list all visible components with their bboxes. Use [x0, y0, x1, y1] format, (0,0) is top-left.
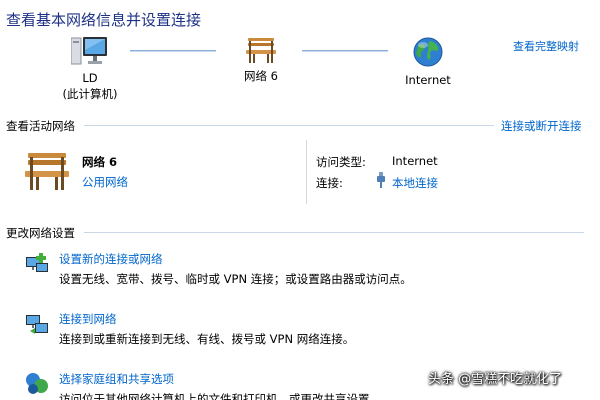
new-connection-icon: [26, 253, 48, 272]
change-settings-heading: 更改网络设置: [6, 226, 75, 240]
local-connection-link[interactable]: 本地连接: [392, 175, 438, 191]
network-sharing-center: 查看基本网络信息并设置连接 LD (此计算机) 网络 6 Internet 查看…: [0, 0, 600, 400]
map-node-internet[interactable]: Internet: [398, 36, 458, 88]
computer-name: LD: [82, 71, 98, 85]
see-full-map-link[interactable]: 查看完整映射: [513, 38, 579, 54]
connect-network-icon: [26, 315, 48, 334]
watermark: 头条 @雪糕不吃就化了: [428, 372, 563, 387]
network-node-label: 网络 6: [244, 69, 278, 83]
vertical-divider: [306, 140, 307, 204]
globe-icon: [413, 37, 443, 67]
map-link-2: [302, 50, 388, 52]
map-link-1: [130, 50, 216, 52]
park-bench-icon: [246, 38, 276, 63]
task-description: 连接到或重新连接到无线、有线、拨号或 VPN 网络连接。: [59, 332, 355, 346]
section-divider: [84, 125, 494, 126]
page-title: 查看基本网络信息并设置连接: [6, 11, 202, 29]
network-type-link[interactable]: 公用网络: [82, 174, 128, 190]
computer-subtitle: (此计算机): [62, 87, 118, 101]
task-title[interactable]: 连接到网络: [59, 311, 117, 327]
homegroup-icon: [26, 373, 48, 394]
map-node-computer[interactable]: LD (此计算机): [62, 36, 118, 102]
computer-icon: [71, 37, 107, 65]
connections-label: 连接:: [316, 176, 343, 190]
ethernet-plug-icon: [377, 172, 385, 188]
park-bench-icon: [25, 153, 69, 190]
section-divider: [84, 232, 584, 233]
connect-disconnect-link[interactable]: 连接或断开连接: [501, 118, 582, 134]
active-networks-heading: 查看活动网络: [6, 119, 75, 133]
task-description: 设置无线、宽带、拨号、临时或 VPN 连接；或设置路由器或访问点。: [59, 272, 412, 286]
active-network-name: 网络 6: [82, 155, 118, 169]
task-description: 访问位于其他网络计算机上的文件和打印机，或更改共享设置。: [59, 392, 381, 400]
task-title[interactable]: 设置新的连接或网络: [59, 251, 163, 267]
access-type-value: Internet: [392, 154, 438, 168]
access-type-label: 访问类型:: [316, 155, 366, 169]
task-title[interactable]: 选择家庭组和共享选项: [59, 371, 174, 387]
map-node-network[interactable]: 网络 6: [238, 36, 284, 84]
internet-label: Internet: [405, 73, 451, 87]
